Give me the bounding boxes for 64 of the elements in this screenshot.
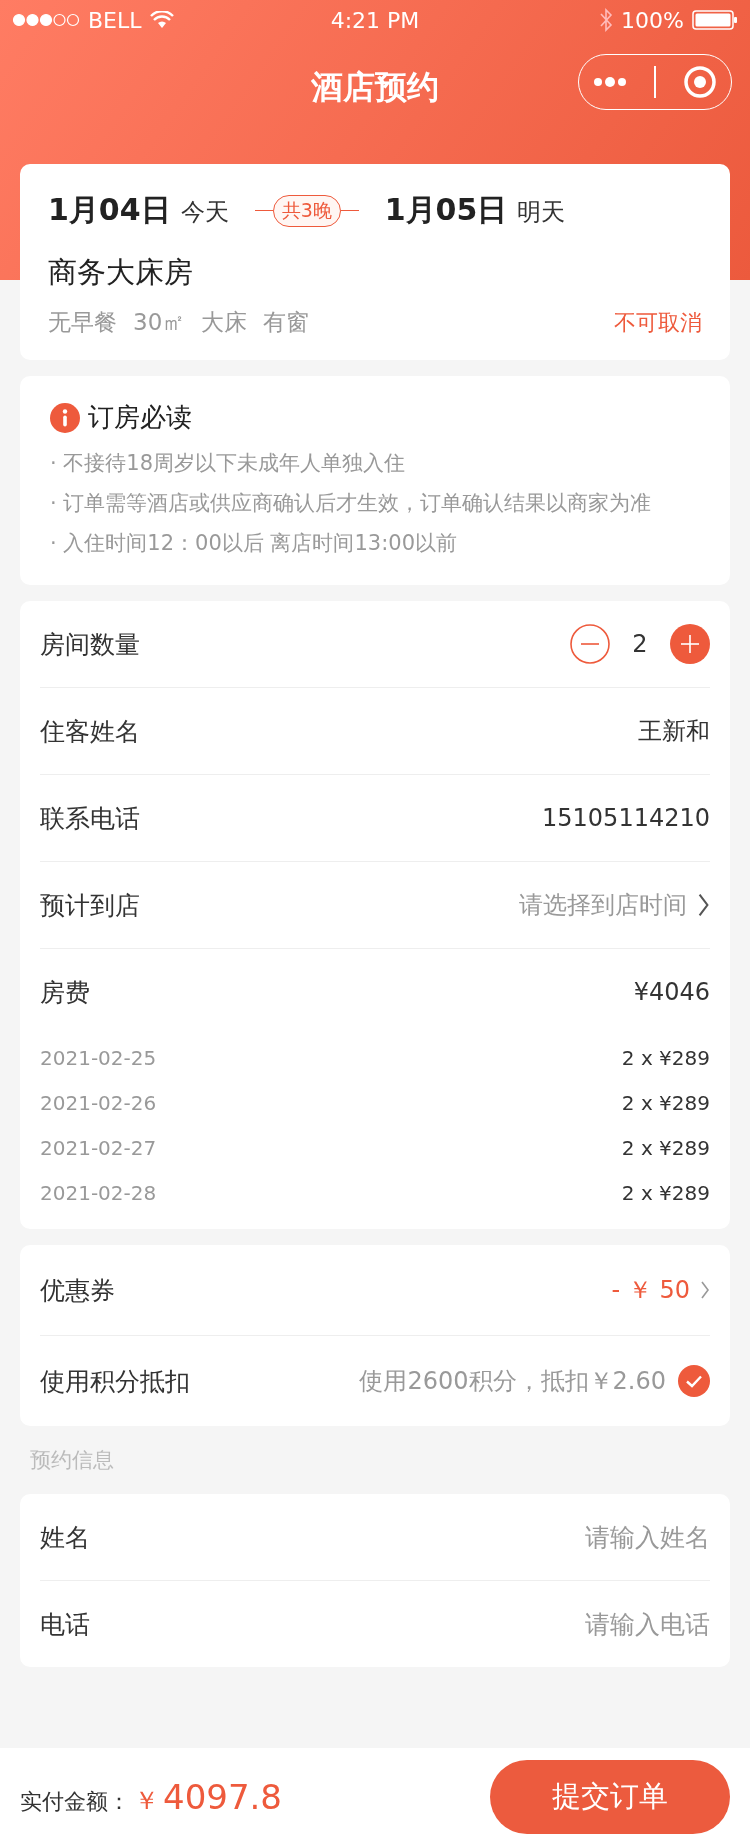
bluetooth-icon (599, 8, 614, 32)
room-count: 2 (632, 630, 648, 658)
total-label: 实付金额： (20, 1788, 130, 1816)
notice-item: · 不接待18周岁以下未成年人单独入住 (50, 450, 407, 477)
currency-sign: ￥ (134, 1785, 159, 1817)
night-price: 2 x ¥289 (621, 1135, 710, 1160)
points-value: 使用2600积分，抵扣￥2.60 (359, 1366, 666, 1397)
input-field[interactable]: 请输入电话 (450, 1609, 710, 1639)
nights-badge: 共3晚 (272, 194, 341, 227)
field-label: 电话 (40, 1608, 90, 1641)
night-date: 2021-02-25 (40, 1045, 157, 1070)
section-label: 预约信息 (29, 1447, 115, 1474)
night-date: 2021-02-26 (40, 1090, 157, 1115)
coupon-value[interactable]: - ￥ 50 (611, 1274, 690, 1306)
room-feature: 无早餐 (48, 308, 117, 337)
row-value: 王新和 (638, 716, 710, 747)
fee-label: 房费 (40, 976, 90, 1009)
more-icon (592, 76, 627, 88)
night-date: 2021-02-27 (40, 1135, 157, 1160)
checkbox[interactable] (678, 1365, 710, 1397)
notice-item: · 订单需等酒店或供应商确认后才生效，订单确认结果以商家为准 (50, 490, 653, 517)
checkout-day: 明天 (517, 196, 566, 228)
notice-item: · 入住时间12：00以后 离店时间13:00以前 (50, 530, 458, 557)
row-label: 使用积分抵扣 (40, 1365, 190, 1398)
room-feature: 30㎡ (133, 308, 186, 337)
total-amount: 4097.8 (163, 1777, 282, 1817)
row-label: 预计到店 (40, 889, 140, 922)
minus-icon (570, 624, 610, 664)
row-label: 联系电话 (40, 802, 140, 835)
chevron-right-icon (700, 1280, 710, 1300)
checkin-day: 今天 (180, 196, 229, 228)
signal-icon (12, 13, 80, 27)
night-price: 2 x ¥289 (621, 1180, 710, 1205)
night-price: 2 x ¥289 (621, 1045, 710, 1070)
night-date: 2021-02-28 (40, 1180, 157, 1205)
row-label: 住客姓名 (40, 715, 140, 748)
chevron-right-icon (697, 892, 710, 918)
row-label: 优惠券 (40, 1274, 115, 1307)
input-field[interactable]: 请输入姓名 (450, 1522, 710, 1552)
battery-icon (692, 10, 738, 30)
checkout-date: 1月05日 (384, 191, 508, 229)
checkin-date: 1月04日 (48, 191, 171, 229)
row-value: 15105114210 (542, 804, 710, 832)
row-label: 房间数量 (40, 628, 140, 661)
submit-button[interactable]: 提交订单 (490, 1760, 730, 1834)
wifi-icon (149, 11, 174, 29)
battery-level: 100% (621, 7, 684, 33)
cancel-policy: 不可取消 (614, 308, 702, 337)
notice-title: 订房必读 (88, 401, 192, 434)
status-time: 4:21 PM (330, 7, 420, 33)
plus-icon (670, 624, 710, 664)
page-title: 酒店预约 (311, 67, 439, 108)
close-target-icon (683, 65, 718, 99)
room-name: 商务大床房 (48, 254, 194, 291)
field-label: 姓名 (40, 1521, 90, 1554)
room-feature: 有窗 (263, 308, 310, 337)
fee-total: ¥4046 (633, 978, 710, 1006)
plus-button[interactable] (670, 624, 710, 664)
carrier-name: BELL (88, 7, 142, 33)
room-feature: 大床 (201, 308, 248, 337)
info-icon (50, 402, 80, 433)
night-price: 2 x ¥289 (621, 1090, 710, 1115)
arrival-time-picker[interactable]: 请选择到店时间 (519, 889, 687, 921)
minus-button[interactable] (570, 624, 610, 664)
